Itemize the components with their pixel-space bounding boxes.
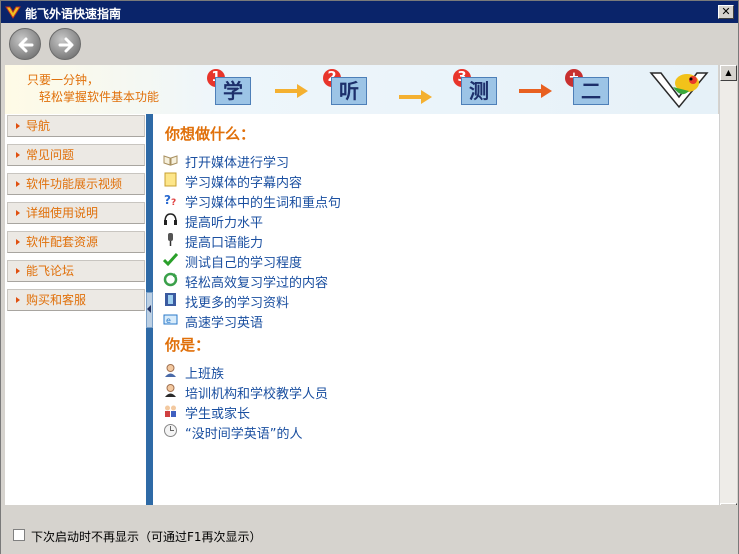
svg-text:?: ?	[164, 193, 171, 207]
step-glyph: 测	[461, 77, 497, 105]
sidebar-item-navigation[interactable]: 导航	[7, 115, 145, 137]
question-icon: ? ?	[164, 193, 176, 207]
footer: 下次启动时不再显示（可通过F1再次显示）	[1, 519, 738, 554]
triangle-right-icon	[16, 239, 20, 245]
link-open-media[interactable]: 打开媒体进行学习	[185, 152, 289, 171]
link-more-materials[interactable]: 找更多的学习资料	[185, 292, 289, 311]
dont-show-again-label[interactable]: 下次启动时不再显示（可通过F1再次显示）	[31, 528, 262, 545]
link-student-parent[interactable]: 学生或家长	[185, 403, 250, 422]
triangle-right-icon	[16, 123, 20, 129]
arrow-right-icon	[58, 37, 74, 53]
dont-show-again-checkbox[interactable]	[13, 529, 25, 541]
svg-text:e: e	[166, 316, 171, 325]
arrow-icon	[275, 84, 308, 98]
heading-who-are-you: 你是：	[165, 336, 211, 354]
link-vocabulary[interactable]: 学习媒体中的生词和重点句	[185, 192, 341, 211]
toolbar	[1, 24, 738, 64]
sidebar-item-purchase-support[interactable]: 购买和客服	[7, 289, 145, 311]
arrow-icon	[399, 90, 432, 104]
sidebar-item-label: 购买和客服	[26, 293, 87, 307]
triangle-right-icon	[16, 268, 20, 274]
headphones-icon	[164, 213, 177, 225]
sidebar: 导航 常见问题 软件功能展示视频 详细使用说明 软件配套资源 能飞论坛 购买和客…	[5, 114, 146, 505]
checkmark-icon	[163, 252, 178, 267]
guide-window: 能飞外语快速指南 ✕ 只要一分钟， 轻松掌握软件基本功能 1 学 2 听	[0, 0, 739, 554]
sidebar-item-faq[interactable]: 常见问题	[7, 144, 145, 166]
forward-button[interactable]	[49, 28, 81, 60]
sidebar-item-label: 常见问题	[26, 148, 75, 162]
sidebar-item-feature-videos[interactable]: 软件功能展示视频	[7, 173, 145, 195]
clock-icon	[164, 424, 177, 437]
step-glyph: 二	[573, 77, 609, 105]
splitter[interactable]	[146, 114, 153, 505]
sidebar-item-label: 导航	[26, 119, 51, 133]
link-self-test[interactable]: 测试自己的学习程度	[185, 252, 302, 271]
link-teacher[interactable]: 培训机构和学校教学人员	[185, 383, 328, 402]
worker-icon	[165, 364, 176, 377]
vertical-scrollbar[interactable]: ▲ ▼	[719, 65, 737, 519]
family-icon	[165, 405, 176, 417]
step-glyph: 听	[331, 77, 367, 105]
triangle-right-icon	[16, 297, 20, 303]
open-book-icon	[163, 155, 178, 166]
collapse-sidebar-handle[interactable]	[146, 292, 153, 328]
banner-slogan-line1: 只要一分钟，	[27, 73, 100, 87]
triangle-right-icon	[16, 152, 20, 158]
sidebar-item-label: 能飞论坛	[26, 264, 75, 278]
link-subtitle-content[interactable]: 学习媒体的字幕内容	[185, 172, 302, 191]
sidebar-item-resources[interactable]: 软件配套资源	[7, 231, 145, 253]
link-speaking[interactable]: 提高口语能力	[185, 232, 263, 251]
titlebar[interactable]: 能飞外语快速指南 ✕	[1, 1, 738, 23]
content-panel: 你想做什么： 打开媒体进行学习 学习媒体的字幕内容 ? ? 学习媒体中的生词和重…	[153, 114, 719, 505]
sidebar-item-manual[interactable]: 详细使用说明	[7, 202, 145, 224]
sidebar-item-label: 详细使用说明	[26, 206, 99, 220]
arrow-left-icon	[18, 37, 34, 53]
link-no-time[interactable]: “没时间学英语”的人	[185, 423, 302, 442]
triangle-left-icon	[147, 305, 151, 313]
sidebar-item-label: 软件配套资源	[26, 235, 99, 249]
microphone-icon	[168, 233, 173, 246]
scroll-up-button[interactable]: ▲	[720, 65, 737, 81]
sidebar-item-forum[interactable]: 能飞论坛	[7, 260, 145, 282]
parrot-logo-icon	[649, 72, 709, 109]
link-review[interactable]: 轻松高效复习学过的内容	[185, 272, 328, 291]
app-icon	[5, 6, 21, 19]
close-button[interactable]: ✕	[718, 5, 734, 19]
banner-slogan-line2: 轻松掌握软件基本功能	[39, 90, 160, 104]
link-fast-english[interactable]: 高速学习英语	[185, 312, 263, 331]
heading-what-to-do: 你想做什么：	[165, 125, 256, 143]
arrow-icon	[519, 84, 552, 98]
link-office-worker[interactable]: 上班族	[185, 363, 224, 382]
svg-text:?: ?	[171, 198, 176, 207]
triangle-right-icon	[16, 210, 20, 216]
refresh-icon	[163, 272, 178, 287]
triangle-right-icon	[16, 181, 20, 187]
film-icon	[165, 293, 176, 306]
banner: 只要一分钟， 轻松掌握软件基本功能 1 学 2 听 3 测 + 二	[5, 65, 718, 114]
back-button[interactable]	[9, 28, 41, 60]
step-glyph: 学	[215, 77, 251, 105]
link-listening[interactable]: 提高听力水平	[185, 212, 263, 231]
window-title: 能飞外语快速指南	[25, 7, 122, 21]
sidebar-item-label: 软件功能展示视频	[26, 177, 123, 191]
bottom-area	[1, 505, 738, 519]
speed-icon: e	[163, 314, 178, 325]
teacher-icon	[165, 384, 176, 397]
note-icon	[164, 172, 177, 187]
